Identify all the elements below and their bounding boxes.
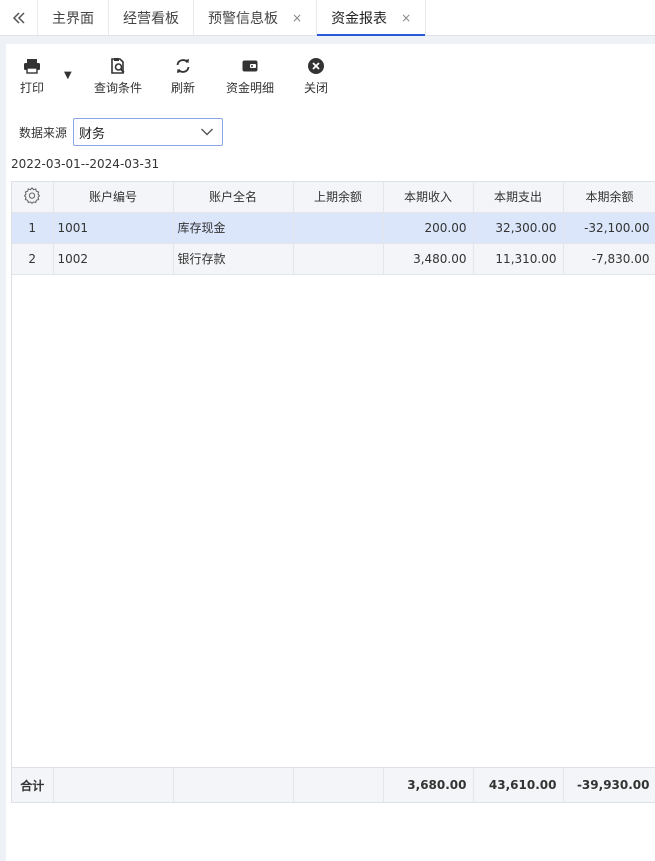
- tab-label: 主界面: [52, 10, 94, 27]
- table-row[interactable]: 1 1001 库存现金 200.00 32,300.00 -32,100.00: [12, 212, 655, 244]
- refresh-icon: [174, 56, 192, 76]
- column-header[interactable]: 账户全名: [173, 182, 294, 213]
- row-index: 1: [12, 212, 54, 244]
- printer-icon: [23, 56, 41, 76]
- period-income[interactable]: 3,480.00: [383, 243, 474, 275]
- refresh-label: 刷新: [171, 81, 196, 95]
- data-source-label: 数据来源: [19, 125, 68, 140]
- print-button[interactable]: 打印: [20, 56, 44, 96]
- close-label: 关闭: [304, 81, 329, 95]
- wallet-icon: [241, 56, 259, 76]
- account-code[interactable]: 1001: [53, 212, 174, 244]
- period-balance[interactable]: -32,100.00: [563, 212, 655, 244]
- tab-fund-report[interactable]: 资金报表 ×: [317, 0, 427, 36]
- close-icon[interactable]: ×: [401, 11, 411, 25]
- tab-bar: 主界面 经营看板 预警信息板 × 资金报表 ×: [0, 0, 655, 36]
- fund-detail-button[interactable]: 资金明细: [226, 56, 274, 96]
- collapse-tabs-button[interactable]: [0, 0, 38, 35]
- column-header[interactable]: 账户编号: [53, 182, 174, 213]
- data-source-filter: 数据来源 财务: [19, 118, 224, 146]
- refresh-button[interactable]: 刷新: [171, 56, 195, 96]
- chevron-down-icon: [201, 128, 214, 136]
- previous-balance[interactable]: [293, 243, 384, 275]
- query-label: 查询条件: [94, 81, 143, 95]
- tab-label: 经营看板: [123, 10, 179, 27]
- account-name[interactable]: 库存现金: [173, 212, 294, 244]
- toolbar: 打印 ▼ 查询条件 刷新 资金明细 关闭: [6, 56, 655, 98]
- close-button[interactable]: 关闭: [304, 56, 328, 96]
- column-header[interactable]: 本期收入: [383, 182, 474, 213]
- fund-report-table: 账户编号 账户全名 上期余额 本期收入 本期支出 本期余额 1 1001 库存现…: [11, 181, 655, 803]
- query-conditions-button[interactable]: 查询条件: [94, 56, 142, 96]
- print-label: 打印: [20, 81, 45, 95]
- totals-label: 合计: [12, 768, 54, 802]
- caret-down-icon[interactable]: ▼: [64, 70, 72, 81]
- tab-label: 预警信息板: [208, 10, 278, 27]
- table-row[interactable]: 2 1002 银行存款 3,480.00 11,310.00 -7,830.00: [12, 243, 655, 275]
- column-header[interactable]: 上期余额: [293, 182, 384, 213]
- data-source-select[interactable]: 财务: [73, 118, 224, 146]
- tab-dashboard[interactable]: 经营看板: [109, 0, 194, 35]
- column-settings-button[interactable]: [12, 182, 54, 213]
- tab-label: 资金报表: [331, 10, 388, 27]
- tab-home[interactable]: 主界面: [38, 0, 109, 35]
- total-balance: -39,930.00: [563, 768, 655, 802]
- column-header[interactable]: 本期支出: [473, 182, 564, 213]
- column-header[interactable]: 本期余额: [563, 182, 655, 213]
- close-circle-icon: [307, 56, 325, 76]
- double-chevron-left-icon: [12, 11, 25, 24]
- row-index: 2: [12, 243, 54, 275]
- period-balance[interactable]: -7,830.00: [563, 243, 655, 275]
- period-expense[interactable]: 32,300.00: [473, 212, 564, 244]
- totals-empty-cell: [173, 768, 294, 802]
- account-name[interactable]: 银行存款: [173, 243, 294, 275]
- table-header-row: 账户编号 账户全名 上期余额 本期收入 本期支出 本期余额: [12, 182, 655, 213]
- totals-empty-cell: [293, 768, 384, 802]
- account-code[interactable]: 1002: [53, 243, 174, 275]
- period-income[interactable]: 200.00: [383, 212, 474, 244]
- data-source-value: 财务: [79, 126, 106, 142]
- report-panel: 打印 ▼ 查询条件 刷新 资金明细 关闭 数据来源 财务 2022-03-01-…: [6, 44, 655, 861]
- tab-alerts[interactable]: 预警信息板 ×: [194, 0, 318, 35]
- close-icon[interactable]: ×: [292, 11, 302, 25]
- fund-detail-label: 资金明细: [226, 81, 275, 95]
- date-range: 2022-03-01--2024-03-31: [11, 157, 160, 171]
- previous-balance[interactable]: [293, 212, 384, 244]
- total-income: 3,680.00: [383, 768, 474, 802]
- period-expense[interactable]: 11,310.00: [473, 243, 564, 275]
- totals-empty-cell: [53, 768, 174, 802]
- totals-row: 合计 3,680.00 43,610.00 -39,930.00: [11, 767, 655, 803]
- total-expense: 43,610.00: [473, 768, 564, 802]
- gear-icon: [24, 187, 41, 205]
- query-document-icon: [109, 56, 127, 76]
